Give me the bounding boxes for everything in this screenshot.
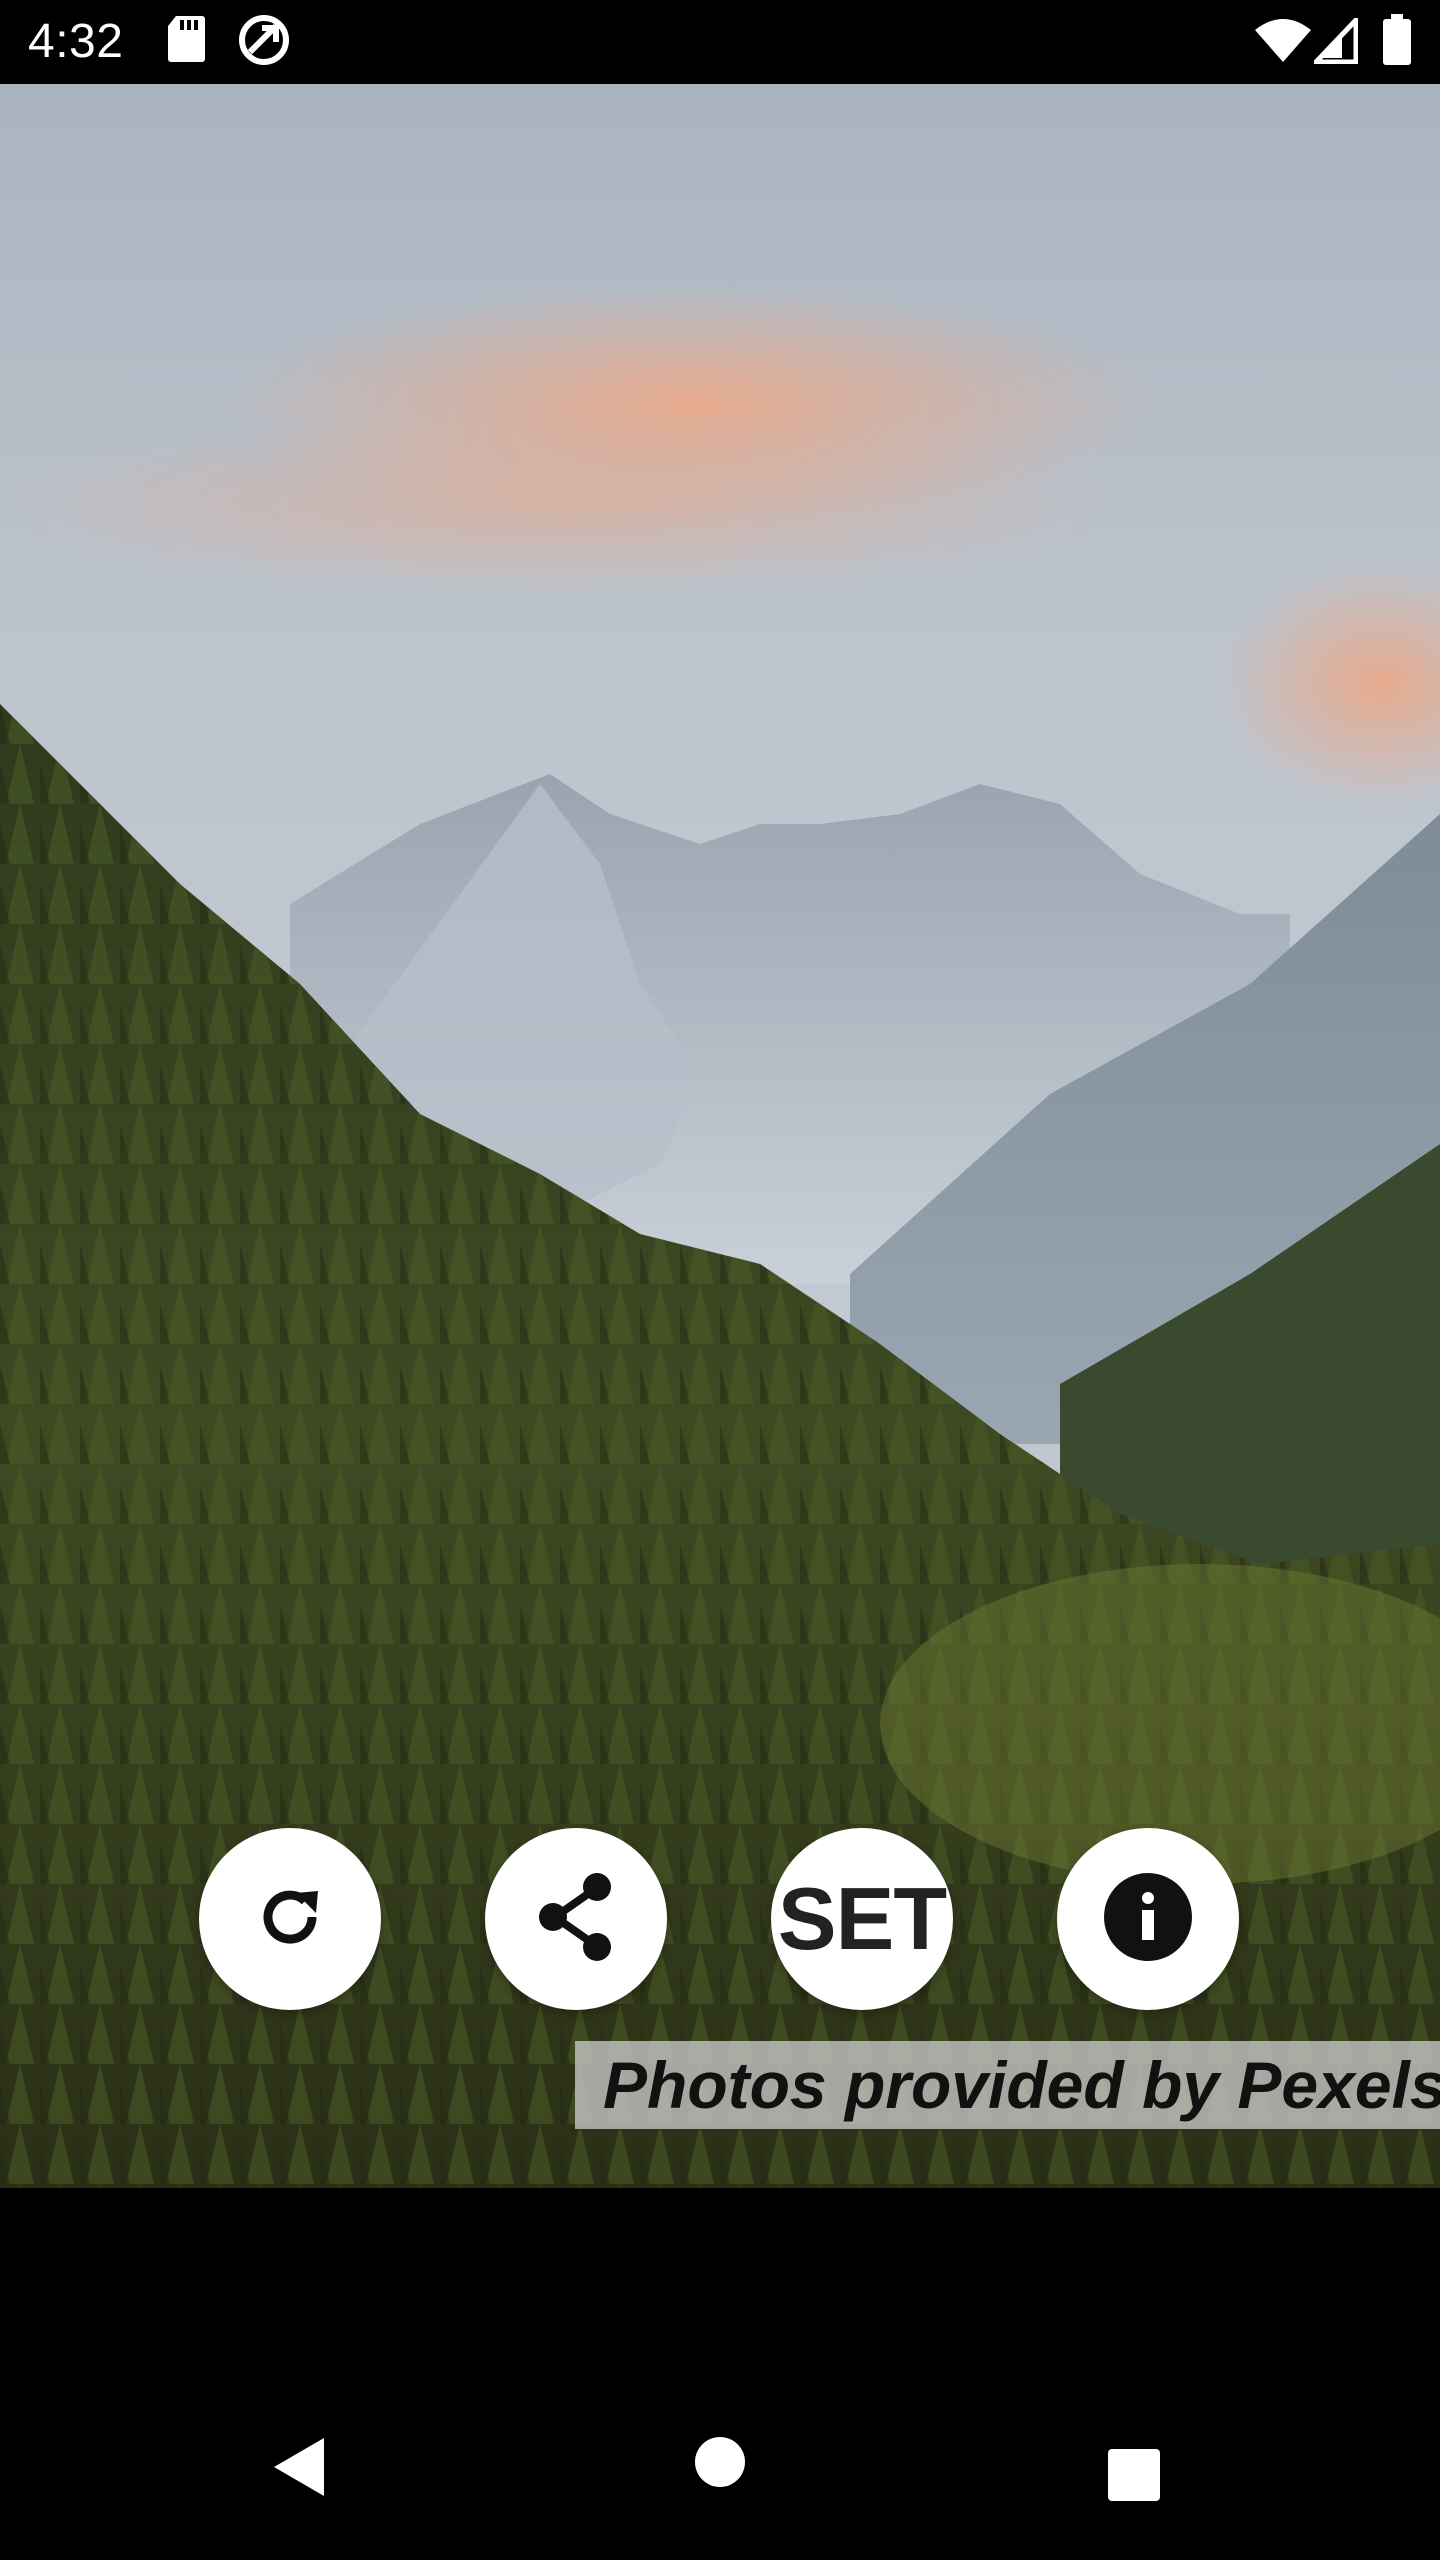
data-saver-icon: [236, 12, 292, 73]
navigation-bar: [0, 2188, 1440, 2560]
share-button[interactable]: [485, 1828, 667, 2010]
photo-credit: Photos provided by Pexels: [575, 2041, 1440, 2129]
cellular-signal-icon: [1310, 13, 1359, 69]
photo-credit-text: Photos provided by Pexels: [603, 2048, 1440, 2122]
set-button-label: SET: [777, 1869, 947, 1968]
status-time: 4:32: [28, 15, 124, 68]
wifi-icon: [1254, 18, 1312, 69]
info-button[interactable]: [1057, 1828, 1239, 2010]
home-icon[interactable]: [694, 2436, 746, 2493]
refresh-button[interactable]: [199, 1828, 381, 2010]
recents-icon[interactable]: [1108, 2449, 1160, 2506]
battery-icon: [1382, 14, 1412, 71]
info-icon: [1103, 1872, 1193, 1967]
back-icon[interactable]: [272, 2436, 328, 2503]
status-bar: 4:32: [0, 0, 1440, 84]
sd-card-icon: [166, 14, 206, 69]
set-wallpaper-button[interactable]: SET: [771, 1828, 953, 2010]
refresh-icon: [250, 1877, 330, 1962]
share-icon: [533, 1871, 619, 1968]
